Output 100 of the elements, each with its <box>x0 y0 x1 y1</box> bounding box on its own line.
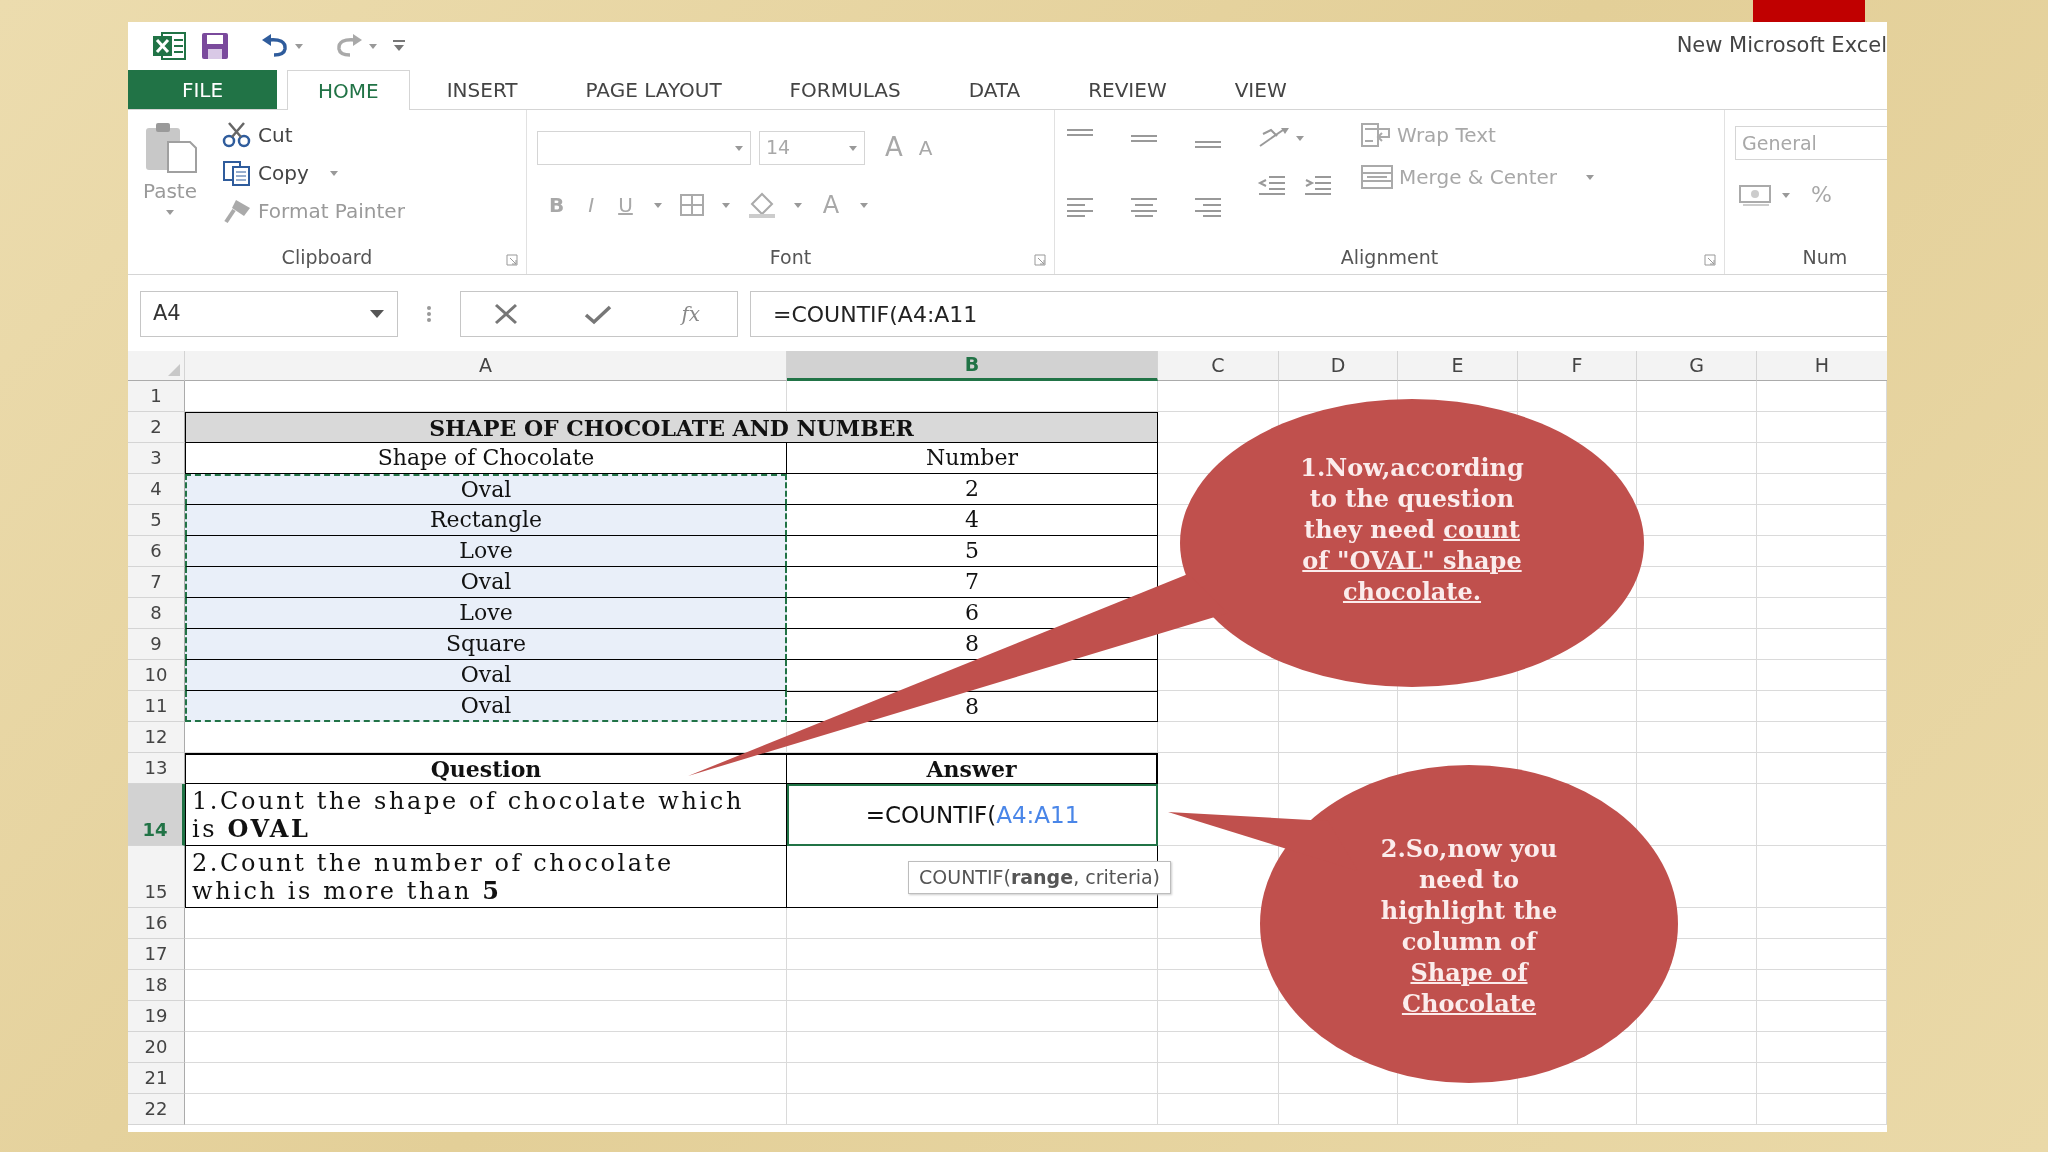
scissors-icon <box>222 122 252 148</box>
table-header: Number <box>787 443 1158 474</box>
increase-indent-icon[interactable] <box>1303 174 1333 196</box>
column-header[interactable]: E <box>1398 351 1518 381</box>
caret-icon <box>1585 173 1596 181</box>
column-header[interactable]: D <box>1279 351 1398 381</box>
drag-handle-icon[interactable] <box>426 305 432 323</box>
merge-cells-icon <box>1361 165 1393 189</box>
spreadsheet-logo-icon <box>152 31 186 61</box>
text-orientation-icon[interactable] <box>1257 126 1291 150</box>
row-header[interactable]: 3 <box>128 443 185 474</box>
ribbon-tab[interactable]: INSERT <box>415 70 549 109</box>
font-name-field[interactable] <box>537 130 751 165</box>
row-header[interactable]: 13 <box>128 753 185 784</box>
file-tab[interactable]: FILE <box>128 70 277 109</box>
column-header[interactable]: B <box>787 351 1158 381</box>
table-cell: 2 <box>787 474 1158 505</box>
row-header[interactable]: 21 <box>128 1063 185 1094</box>
dialog-launcher-icon[interactable] <box>1034 254 1046 266</box>
paintbrush-icon <box>222 198 252 224</box>
column-header[interactable]: H <box>1757 351 1887 381</box>
cut-button[interactable]: Cut <box>218 118 409 152</box>
table-cell: 4 <box>787 505 1158 536</box>
fill-bucket-icon[interactable] <box>746 192 777 218</box>
caret-icon <box>1781 190 1791 199</box>
align-center-icon[interactable] <box>1129 196 1159 218</box>
caret-icon <box>294 42 304 50</box>
row-header[interactable]: 7 <box>128 567 185 598</box>
table-cell: Oval <box>185 691 787 722</box>
column-header[interactable]: C <box>1158 351 1279 381</box>
window-title: New Microsoft Excel <box>1676 32 1887 60</box>
callout-text: 2.So,now you need to highlight the column of Shape of Chocolate <box>1379 833 1559 1019</box>
save-icon[interactable] <box>200 31 230 61</box>
insert-function-button[interactable]: fx <box>677 297 705 331</box>
select-all-icon[interactable] <box>167 363 181 377</box>
row-header[interactable]: 19 <box>128 1001 185 1032</box>
table-title: SHAPE OF CHOCOLATE AND NUMBER <box>185 412 1158 443</box>
cancel-icon[interactable] <box>493 303 518 325</box>
name-box[interactable]: A4 <box>140 291 398 337</box>
row-header[interactable]: 12 <box>128 722 185 753</box>
row-header[interactable]: 20 <box>128 1032 185 1063</box>
row-header[interactable]: 10 <box>128 660 185 691</box>
ribbon-tab[interactable]: HOME <box>287 70 410 110</box>
undo-icon[interactable] <box>260 34 290 58</box>
customize-icon[interactable] <box>392 40 406 52</box>
group-label: Font <box>769 244 812 270</box>
copy-button[interactable]: Copy <box>218 156 409 190</box>
caret-icon <box>328 169 339 177</box>
caret-icon <box>734 143 744 152</box>
caret-icon <box>792 201 803 209</box>
caret-icon <box>720 201 731 209</box>
caret-icon <box>1295 134 1305 142</box>
caret-icon <box>859 201 870 209</box>
table-cell: Rectangle <box>185 505 787 536</box>
row-header[interactable]: 17 <box>128 939 185 970</box>
dialog-launcher-icon[interactable] <box>506 254 518 266</box>
table-cell: Oval <box>185 474 787 505</box>
row-header[interactable]: 8 <box>128 598 185 629</box>
function-tooltip: COUNTIF(range, criteria) <box>908 861 1172 894</box>
align-left-icon[interactable] <box>1065 196 1095 218</box>
currency-icon[interactable] <box>1739 182 1773 207</box>
column-header[interactable]: G <box>1637 351 1757 381</box>
table-cell: Love <box>185 598 787 629</box>
table-cell: =COUNTIF(A4:A11 <box>787 784 1158 846</box>
row-header[interactable]: 1 <box>128 381 185 412</box>
wrap-text-icon <box>1361 123 1391 147</box>
ribbon-tab[interactable]: FORMULAS <box>758 70 932 109</box>
table-cell: Square <box>185 629 787 660</box>
ribbon-tab[interactable]: DATA <box>937 70 1052 109</box>
column-header[interactable]: A <box>185 351 787 381</box>
row-header[interactable]: 11 <box>128 691 185 722</box>
row-header[interactable]: 2 <box>128 412 185 443</box>
decrease-indent-icon[interactable] <box>1257 174 1287 196</box>
dialog-launcher-icon[interactable] <box>1704 254 1716 266</box>
table-cell: Oval <box>185 567 787 598</box>
column-header[interactable]: F <box>1518 351 1637 381</box>
row-header[interactable]: 22 <box>128 1094 185 1125</box>
group-label: Num <box>1802 244 1848 270</box>
row-header[interactable]: 15 <box>128 846 185 908</box>
copy-icon <box>222 160 252 186</box>
table-header: Answer <box>787 753 1158 784</box>
redo-icon[interactable] <box>334 34 364 58</box>
row-header[interactable]: 4 <box>128 474 185 505</box>
row-header[interactable]: 18 <box>128 970 185 1001</box>
group-label: Alignment <box>1340 244 1439 270</box>
ribbon-tab[interactable]: VIEW <box>1203 70 1318 109</box>
row-header[interactable]: 14 <box>128 784 185 846</box>
table-cell: 5 <box>787 536 1158 567</box>
caret-icon <box>165 208 175 216</box>
row-header[interactable]: 6 <box>128 536 185 567</box>
formula-field[interactable]: =COUNTIF(A4:A11 <box>750 291 1887 337</box>
borders-icon[interactable] <box>678 193 705 217</box>
enter-check-icon[interactable] <box>583 303 612 325</box>
dropdown-caret-icon <box>369 309 385 319</box>
align-right-icon[interactable] <box>1193 196 1223 218</box>
ribbon-tab[interactable]: REVIEW <box>1057 70 1198 109</box>
row-header[interactable]: 16 <box>128 908 185 939</box>
row-header[interactable]: 9 <box>128 629 185 660</box>
ribbon-tab[interactable]: PAGE LAYOUT <box>554 70 753 109</box>
row-header[interactable]: 5 <box>128 505 185 536</box>
